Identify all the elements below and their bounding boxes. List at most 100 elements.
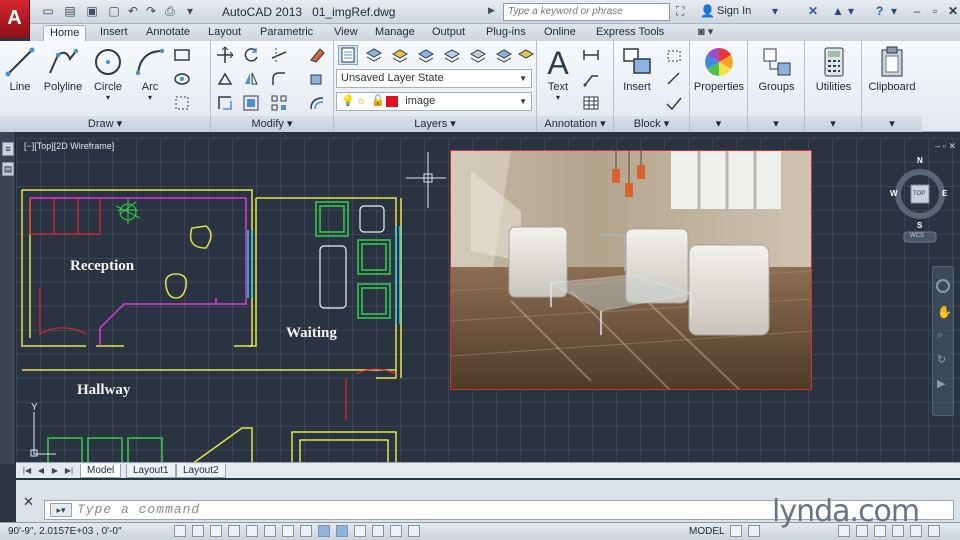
redo-icon[interactable]: ↷ [143,4,159,19]
quick-view-drawings-button[interactable] [748,525,760,537]
tab-plug-ins[interactable]: Plug-ins [480,25,532,41]
reference-image[interactable] [450,150,812,390]
lineweight-toggle[interactable] [354,525,366,537]
groups-panel-dropdown-icon[interactable]: ▾ [748,116,804,132]
layers-panel-title[interactable]: Layers ▾ [334,116,536,132]
pan-hand-icon[interactable]: ✋ [937,305,952,319]
properties-panel-dropdown-icon[interactable]: ▾ [690,116,747,132]
clipboard-panel-dropdown-icon[interactable]: ▾ [862,116,922,132]
offset-button[interactable] [307,93,327,113]
compass-north[interactable]: N [917,156,923,165]
tab-online[interactable]: Online [538,25,582,41]
drawing-canvas[interactable]: [−][Top][2D Wireframe] – ▫ ✕ Y Reception… [16,138,960,464]
command-history-icon[interactable]: ▸▾ [50,503,72,517]
tab-home[interactable]: Home [43,25,87,41]
explode-button[interactable] [307,69,327,89]
polyline-button[interactable]: Polyline [40,45,86,93]
properties-palette-icon[interactable]: ▤ [2,162,14,176]
circle-button[interactable]: Circle ▾ [88,45,128,102]
dimension-button[interactable] [581,45,601,65]
rotate-button[interactable] [241,45,261,65]
zoom-icon[interactable]: ⌕ [937,329,943,342]
compass-south[interactable]: S [917,221,922,230]
layer-properties-button[interactable] [338,45,358,65]
3d-osnap-toggle[interactable] [282,525,294,537]
tab-insert[interactable]: Insert [94,25,134,41]
stretch-button[interactable] [215,93,235,113]
copy-button[interactable] [215,69,235,89]
dynamic-input-toggle[interactable] [336,525,348,537]
rectangle-button[interactable] [172,45,192,65]
layer-palette-icon[interactable]: ≡ [2,142,14,156]
search-input[interactable]: Type a keyword or phrase [503,3,670,21]
transparency-toggle[interactable] [372,525,384,537]
allow-ucs-toggle[interactable] [318,525,330,537]
layer-state-dropdown[interactable]: Unsaved Layer State ▼ [336,69,532,88]
sign-in-dropdown-icon[interactable]: ▾ [772,4,778,19]
tab-manage[interactable]: Manage [369,25,421,41]
undo-icon[interactable]: ↶ [125,4,141,19]
insert-button[interactable]: Insert [618,45,656,93]
arc-dropdown-icon[interactable]: ▾ [132,93,168,102]
trim-button[interactable] [269,45,289,65]
layer-isolate-button[interactable] [390,45,410,65]
open-folder-icon[interactable]: ▤ [62,4,78,19]
layer-off-button[interactable] [468,45,488,65]
help-icon[interactable]: ? [876,4,883,19]
arc-button[interactable]: Arc ▾ [132,45,168,102]
infer-constraints-toggle[interactable] [174,525,186,537]
steering-wheel-icon[interactable] [936,279,950,293]
groups-button[interactable]: Groups [750,45,803,93]
properties-button[interactable]: Properties [692,45,746,93]
viewcube-top-face[interactable]: TOP [913,191,925,197]
close-icon[interactable]: ✕ [23,494,34,510]
help-dropdown-icon[interactable]: ▾ [891,4,897,19]
model-space-toggle[interactable]: MODEL [689,526,725,537]
compass-west[interactable]: W [890,189,898,198]
hatch-button[interactable] [172,69,192,89]
autodesk-icon[interactable]: ▲ [832,4,844,19]
close-window-button[interactable]: ✕ [942,3,960,20]
table-button[interactable] [581,93,601,113]
save-icon[interactable]: ▣ [84,4,100,19]
quick-view-layouts-button[interactable] [730,525,742,537]
triangle-dropdown-icon[interactable]: ▾ [848,4,854,19]
ribbon-minimize-icon[interactable]: ◙ ▾ [692,25,719,41]
floor-plan[interactable]: Y [16,138,446,464]
layout-tab-model[interactable]: Model [80,464,122,478]
prev-layout-icon[interactable]: ◀ [36,465,46,476]
compass-east[interactable]: E [942,189,947,198]
edit-block-button[interactable] [664,69,684,89]
print-icon[interactable]: ⎙ [162,4,178,19]
selection-cycling-toggle[interactable] [408,525,420,537]
layer-lock-button[interactable] [516,45,536,65]
layer-dropdown[interactable]: 💡 ☼ 🔓 image ▼ [336,92,532,111]
text-dropdown-icon[interactable]: ▾ [540,93,576,102]
region-button[interactable] [172,93,192,113]
quick-properties-toggle[interactable] [390,525,402,537]
tab-output[interactable]: Output [426,25,471,41]
snap-mode-toggle[interactable] [192,525,204,537]
viewcube[interactable]: N S E W TOP WCS [890,146,948,246]
draw-panel-title[interactable]: Draw ▾ [0,116,210,132]
wcs-menu[interactable]: WCS [910,233,924,239]
tab-parametric[interactable]: Parametric [254,25,319,41]
binoculars-icon[interactable]: ⛶ [676,4,684,19]
next-layout-icon[interactable]: ▶ [50,465,60,476]
mirror-button[interactable] [241,69,261,89]
layer-states-button[interactable] [364,45,384,65]
qat-dropdown-icon[interactable]: ▾ [182,4,198,19]
orbit-icon[interactable]: ↻ [937,353,946,366]
object-snap-toggle[interactable] [264,525,276,537]
block-attributes-button[interactable] [664,93,684,113]
layer-match-button[interactable] [494,45,514,65]
tab-view[interactable]: View [328,25,364,41]
application-menu-button[interactable]: A [0,0,30,38]
block-panel-title[interactable]: Block ▾ [614,116,689,132]
text-button[interactable]: A Text ▾ [540,45,576,102]
tab-annotate[interactable]: Annotate [140,25,196,41]
layout-tab-layout1[interactable]: Layout1 [126,464,176,478]
clipboard-button[interactable]: Clipboard [864,45,920,93]
tab-express-tools[interactable]: Express Tools [590,25,670,41]
utilities-button[interactable]: Utilities [807,45,860,93]
